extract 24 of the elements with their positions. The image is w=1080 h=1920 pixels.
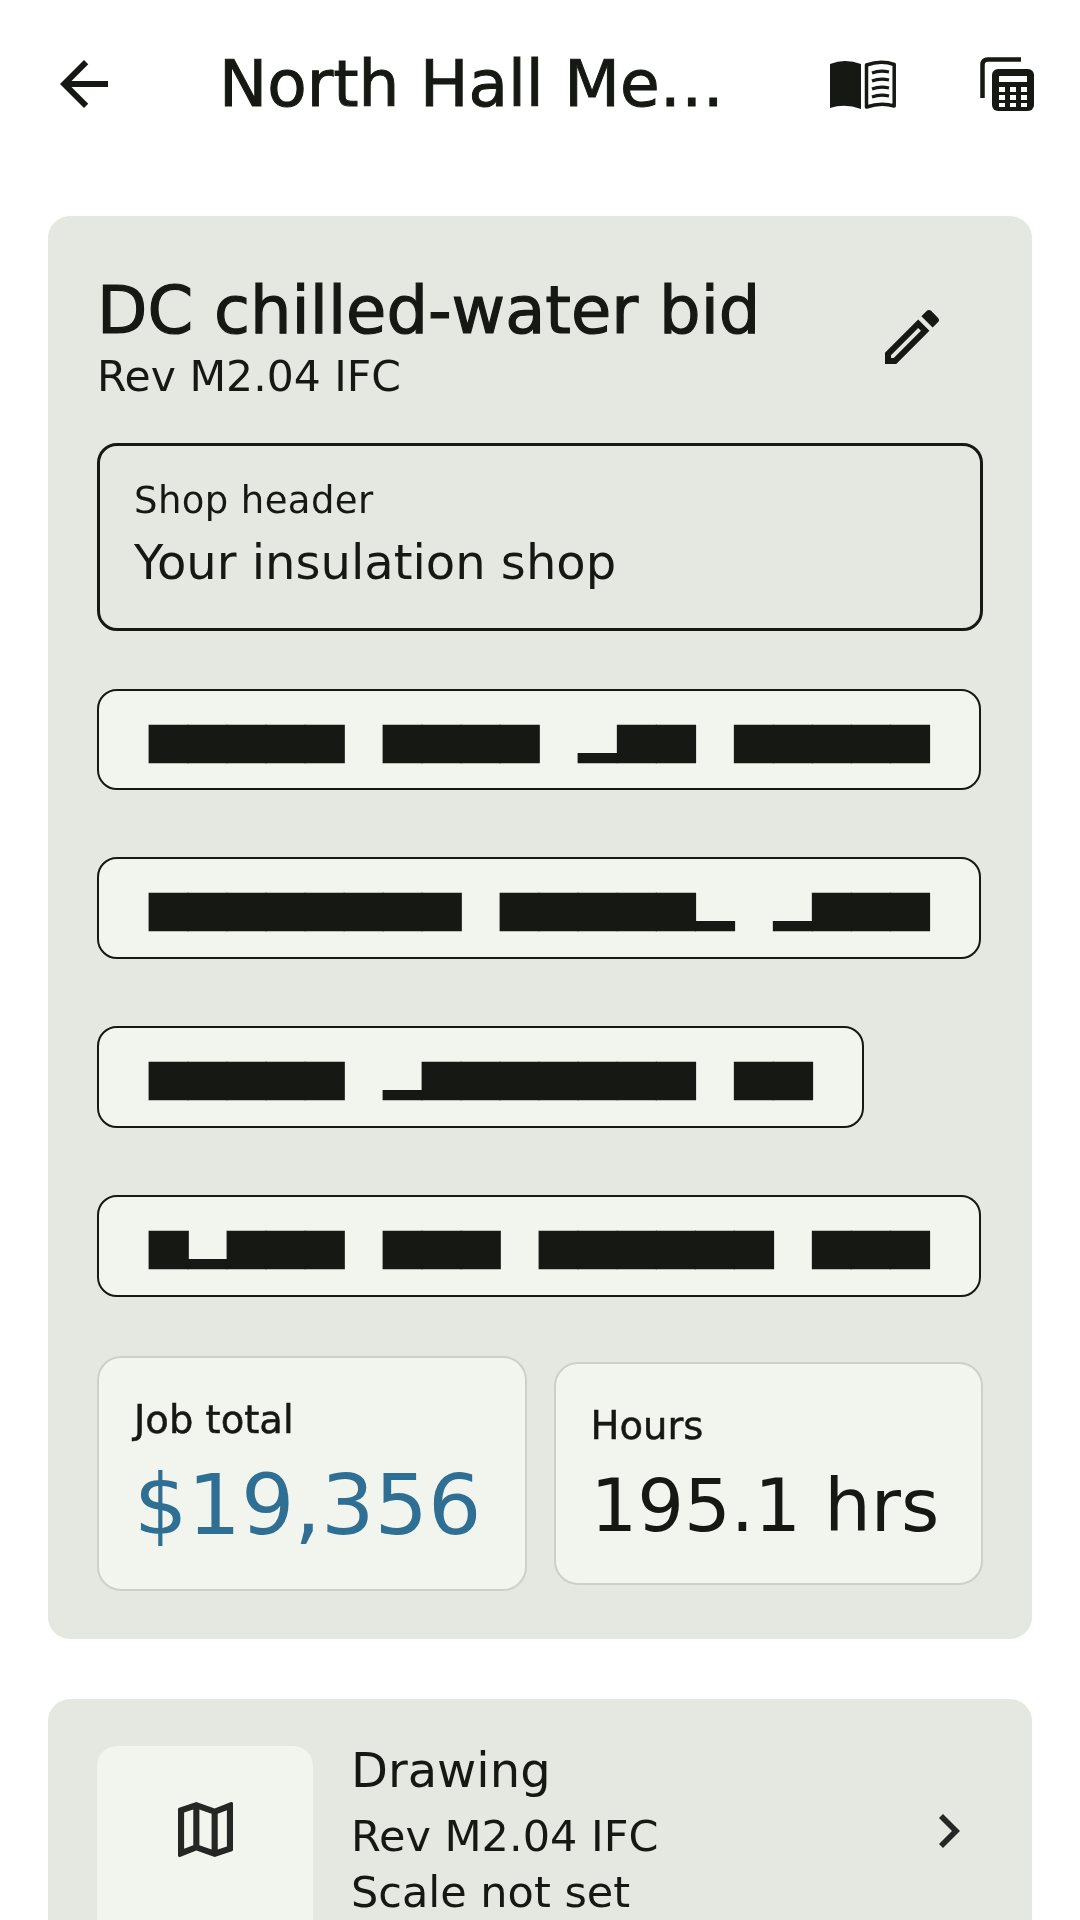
- shop-header-field[interactable]: Shop header Your insulation shop: [97, 442, 983, 631]
- pencil-icon[interactable]: [885, 309, 939, 364]
- field-label: Shop header: [134, 478, 374, 522]
- calculator-icon[interactable]: [980, 57, 1034, 111]
- stat-value: $19,356: [134, 1456, 482, 1555]
- card-title: DC chilled-water bid: [97, 272, 761, 349]
- stat-label: Hours: [590, 1403, 704, 1449]
- drawing-detail: Rev M2.04 IFC: [351, 1815, 659, 1859]
- drawing-card[interactable]: Drawing Rev M2.04 IFC Scale not set: [48, 1699, 1032, 1920]
- redacted-chip[interactable]: ▄▄▄▄▄▄▄▄ ▄▄▄▄▄▁ ▁▄▄▄: [97, 857, 982, 960]
- drawing-detail: Scale not set: [351, 1871, 631, 1915]
- chevron-right-icon[interactable]: [939, 1814, 960, 1849]
- book-icon[interactable]: [830, 59, 896, 109]
- redacted-chip[interactable]: ▄▄▄▄▄ ▁▄▄▄▄▄▄▄ ▄▄: [97, 1026, 865, 1128]
- map-icon: [177, 1802, 233, 1858]
- back-arrow-icon[interactable]: [60, 60, 108, 108]
- stat-label: Job total: [134, 1397, 294, 1443]
- page-title: North Hall Me…: [219, 46, 725, 122]
- stat-value: 195.1 hrs: [590, 1462, 940, 1549]
- drawing-title: Drawing: [351, 1746, 551, 1795]
- revision-text: Rev M2.04 IFC: [97, 352, 401, 402]
- redacted-chip[interactable]: ▄▁▄▄▄ ▄▄▄ ▄▄▄▄▄▄ ▄▄▄: [97, 1195, 982, 1297]
- redacted-chip[interactable]: ▄▄▄▄▄ ▄▄▄▄ ▁▄▄ ▄▄▄▄▄: [97, 688, 982, 791]
- field-value: Your insulation shop: [134, 534, 617, 591]
